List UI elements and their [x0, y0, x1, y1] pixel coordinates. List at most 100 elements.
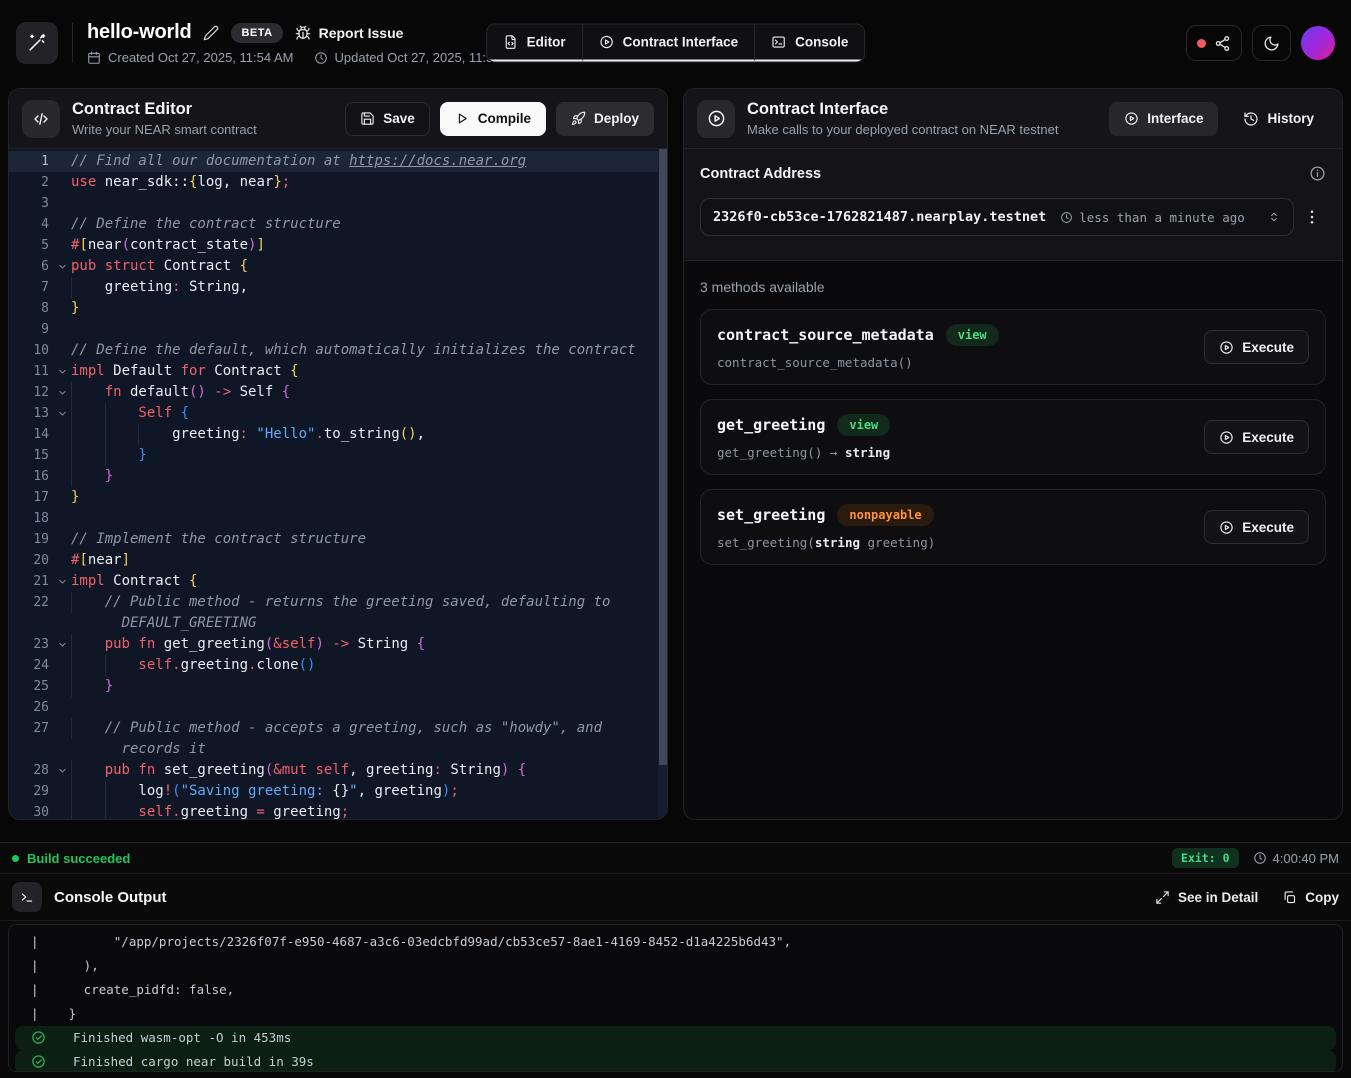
interface-panel-title: Contract Interface — [747, 100, 1058, 119]
history-tab-button[interactable]: History — [1228, 102, 1329, 136]
execute-button[interactable]: Execute — [1204, 330, 1309, 364]
code-line: 2use near_sdk::{log, near}; — [9, 172, 667, 193]
method-card-contract_source_metadata: contract_source_metadataviewcontract_sou… — [700, 309, 1326, 385]
line-number: 8 — [9, 298, 53, 319]
fold-gutter — [53, 298, 71, 319]
notification-dot — [1197, 39, 1206, 48]
calendar-icon — [87, 51, 101, 65]
fold-chevron-icon[interactable] — [53, 403, 71, 424]
contract-address-select[interactable]: 2326f0-cb53ce-1762821487.nearplay.testne… — [700, 198, 1294, 236]
fold-gutter — [53, 613, 71, 634]
tab-contract-interface[interactable]: Contract Interface — [583, 25, 756, 62]
code-line: records it — [9, 739, 667, 760]
main-content: Contract Editor Write your NEAR smart co… — [0, 88, 1351, 820]
divider — [72, 23, 73, 63]
code-line: 15} — [9, 445, 667, 466]
wand-icon — [27, 33, 47, 53]
fold-chevron-icon[interactable] — [53, 382, 71, 403]
app-logo[interactable] — [16, 22, 58, 64]
info-icon[interactable] — [1309, 165, 1326, 182]
code-line: 27// Public method - accepts a greeting,… — [9, 718, 667, 739]
method-badge: view — [837, 414, 890, 436]
terminal-icon — [20, 890, 34, 904]
theme-toggle-button[interactable] — [1252, 25, 1291, 61]
interface-tab-button[interactable]: Interface — [1109, 102, 1218, 136]
code-line: 25} — [9, 676, 667, 697]
console-output-body[interactable]: | "/app/projects/2326f07f-e950-4687-a3c6… — [8, 924, 1343, 1072]
contract-address-age: less than a minute ago — [1060, 210, 1245, 225]
execute-button[interactable]: Execute — [1204, 420, 1309, 454]
line-number: 4 — [9, 214, 53, 235]
method-signature: set_greeting(string greeting) — [717, 535, 935, 550]
tab-console[interactable]: Console — [755, 25, 864, 62]
fold-gutter — [53, 739, 71, 760]
contract-interface-panel: Contract Interface Make calls to your de… — [683, 88, 1343, 820]
compile-button[interactable]: Compile — [440, 102, 546, 136]
code-line: 30self.greeting = greeting; — [9, 802, 667, 819]
code-line: 23pub fn get_greeting(&self) -> String { — [9, 634, 667, 655]
fold-chevron-icon[interactable] — [53, 571, 71, 592]
view-tabs: EditorContract InterfaceConsole — [486, 24, 866, 63]
methods-count: 3 methods available — [700, 279, 1326, 295]
tab-editor[interactable]: Editor — [487, 25, 583, 62]
line-number: 9 — [9, 319, 53, 340]
fold-gutter — [53, 214, 71, 235]
fold-gutter — [53, 424, 71, 445]
share-icon — [1214, 35, 1231, 52]
share-button[interactable] — [1186, 25, 1242, 61]
report-issue-button[interactable]: Report Issue — [295, 25, 404, 41]
code-line: 8} — [9, 298, 667, 319]
fold-chevron-icon[interactable] — [53, 361, 71, 382]
created-date: Created Oct 27, 2025, 11:54 AM — [87, 50, 294, 65]
line-number — [9, 739, 53, 760]
fold-gutter — [53, 193, 71, 214]
code-line: 17} — [9, 487, 667, 508]
fold-chevron-icon[interactable] — [53, 760, 71, 781]
method-card-get_greeting: get_greetingviewget_greeting() → stringE… — [700, 399, 1326, 475]
fold-gutter — [53, 550, 71, 571]
fold-gutter — [53, 655, 71, 676]
methods-section: 3 methods available contract_source_meta… — [684, 261, 1342, 819]
code-line: 7greeting: String, — [9, 277, 667, 298]
top-bar: hello-world BETA Report Issue Created Oc… — [0, 0, 1351, 86]
line-number: 2 — [9, 172, 53, 193]
execute-button[interactable]: Execute — [1204, 510, 1309, 544]
code-line: 12fn default() -> Self { — [9, 382, 667, 403]
fold-gutter — [53, 508, 71, 529]
fold-gutter — [53, 718, 71, 739]
line-number: 19 — [9, 529, 53, 550]
editor-panel-title: Contract Editor — [72, 100, 257, 119]
console-output-title: Console Output — [54, 889, 167, 906]
editor-scrollbar-thumb[interactable] — [659, 149, 667, 765]
code-line: 13Self { — [9, 403, 667, 424]
line-number: 18 — [9, 508, 53, 529]
code-line: 20#[near] — [9, 550, 667, 571]
rocket-icon — [571, 111, 586, 126]
fold-gutter — [53, 151, 71, 172]
clock-icon — [1253, 851, 1267, 865]
line-number: 23 — [9, 634, 53, 655]
exit-code-badge: Exit: 0 — [1172, 848, 1238, 868]
line-number: 17 — [9, 487, 53, 508]
save-button[interactable]: Save — [345, 102, 430, 136]
deploy-button[interactable]: Deploy — [556, 102, 654, 136]
user-avatar[interactable] — [1301, 26, 1335, 60]
console-line: | create_pidfd: false, — [9, 978, 1342, 1002]
fold-gutter — [53, 445, 71, 466]
edit-title-icon[interactable] — [203, 25, 219, 41]
line-number: 25 — [9, 676, 53, 697]
fold-chevron-icon[interactable] — [53, 256, 71, 277]
terminal-chip — [12, 882, 42, 912]
line-number: 26 — [9, 697, 53, 718]
fold-chevron-icon[interactable] — [53, 634, 71, 655]
code-line: 21impl Contract { — [9, 571, 667, 592]
check-circle-icon — [31, 1030, 46, 1045]
code-editor[interactable]: 1// Find all our documentation at https:… — [9, 149, 667, 819]
address-menu-button[interactable] — [1298, 198, 1326, 236]
copy-button[interactable]: Copy — [1282, 890, 1339, 905]
code-line: 5#[near(contract_state)] — [9, 235, 667, 256]
line-number: 11 — [9, 361, 53, 382]
method-name: contract_source_metadata — [717, 326, 934, 344]
line-number: 20 — [9, 550, 53, 571]
see-in-detail-button[interactable]: See in Detail — [1155, 890, 1258, 905]
